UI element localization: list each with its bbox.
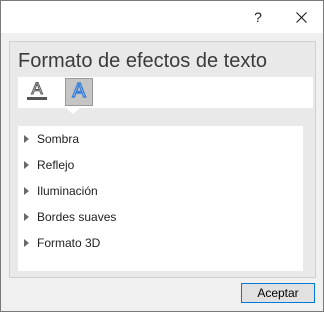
- help-label: ?: [254, 9, 262, 25]
- section-label: Reflejo: [37, 158, 75, 172]
- text-effects-dialog: ? Formato de efectos de texto A A Sombra…: [0, 0, 324, 312]
- section-label: Bordes suaves: [37, 210, 117, 224]
- expand-arrow-icon: [24, 135, 29, 143]
- effects-list: Sombra Reflejo Iluminación Bordes suaves…: [18, 126, 303, 271]
- tab-strip: A A: [18, 77, 313, 108]
- selected-tab-pointer: [66, 108, 80, 114]
- help-button[interactable]: ?: [235, 1, 281, 33]
- section-iluminacion[interactable]: Iluminación: [18, 178, 303, 204]
- expand-arrow-icon: [24, 239, 29, 247]
- section-bordes-suaves[interactable]: Bordes suaves: [18, 204, 303, 230]
- tab-text-effects[interactable]: A: [65, 78, 93, 106]
- text-effects-icon: A: [67, 78, 91, 107]
- tab-text-fill-outline[interactable]: A: [23, 78, 51, 106]
- section-formato-3d[interactable]: Formato 3D: [18, 230, 303, 256]
- section-label: Formato 3D: [37, 236, 101, 250]
- section-sombra[interactable]: Sombra: [18, 126, 303, 152]
- expand-arrow-icon: [24, 213, 29, 221]
- text-fill-outline-icon: A: [25, 78, 49, 107]
- expand-arrow-icon: [24, 161, 29, 169]
- section-reflejo[interactable]: Reflejo: [18, 152, 303, 178]
- expand-arrow-icon: [24, 187, 29, 195]
- format-pane: Formato de efectos de texto A A Sombra R…: [9, 41, 316, 278]
- close-icon: [295, 11, 307, 23]
- section-label: Sombra: [37, 132, 80, 146]
- svg-text:A: A: [72, 80, 86, 102]
- pane-title: Formato de efectos de texto: [18, 50, 268, 72]
- accept-button[interactable]: Aceptar: [241, 283, 315, 303]
- section-label: Iluminación: [37, 184, 98, 198]
- title-bar: ?: [1, 1, 323, 33]
- svg-text:A: A: [31, 79, 43, 98]
- close-button[interactable]: [278, 1, 324, 33]
